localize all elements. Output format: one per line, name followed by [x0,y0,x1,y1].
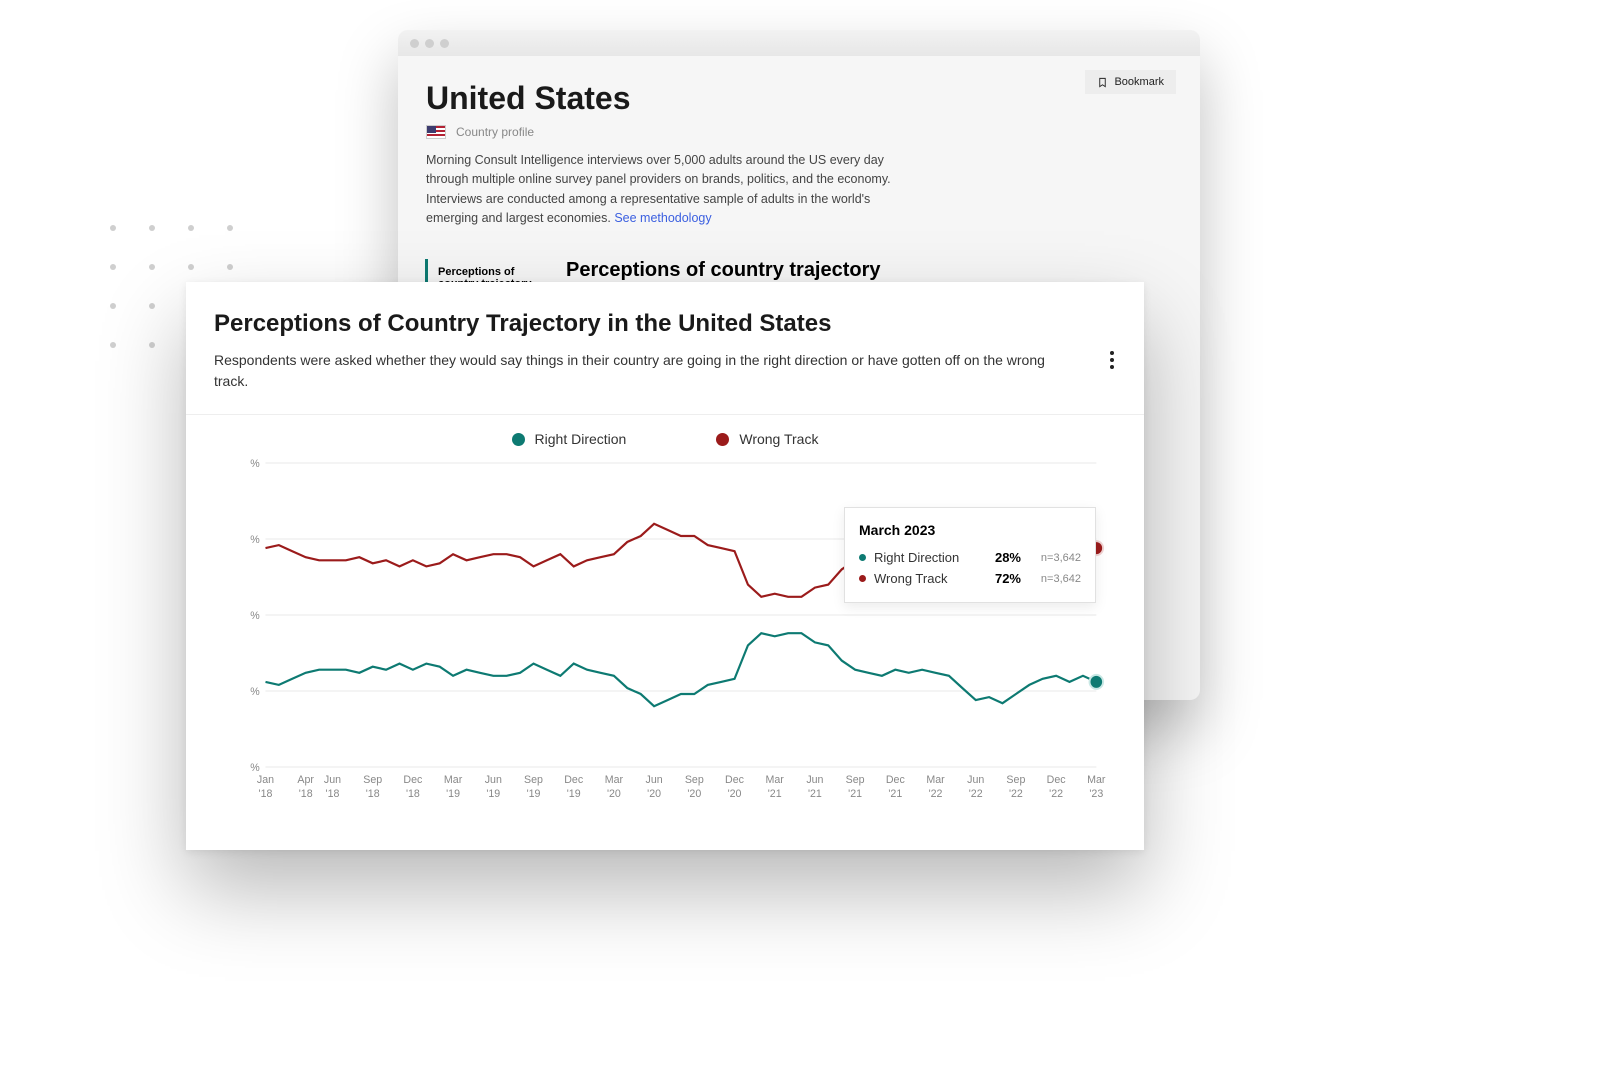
svg-text:'20: '20 [647,788,661,800]
tooltip-n-right: n=3,642 [1029,552,1081,564]
svg-text:Jun: Jun [646,774,663,786]
legend-label-right: Right Direction [535,431,627,447]
svg-text:'21: '21 [768,788,782,800]
chart-area: 0% 25% 50% 75% 100% Jan '18 Apr '18 Jun '18 Sep '18 D… [250,459,1106,809]
svg-text:'19: '19 [446,788,460,800]
svg-text:'20: '20 [607,788,621,800]
svg-text:Sep: Sep [685,774,704,786]
chart-title: Perceptions of Country Trajectory in the… [214,310,1116,338]
svg-text:Dec: Dec [403,774,423,786]
svg-text:Dec: Dec [564,774,584,786]
chart-tooltip: March 2023 Right Direction 28% n=3,642 W… [844,507,1096,603]
chart-legend: Right Direction Wrong Track [214,415,1116,453]
svg-text:'21: '21 [888,788,902,800]
svg-text:'22: '22 [1009,788,1023,800]
country-description: Morning Consult Intelligence interviews … [426,151,896,229]
svg-text:Sep: Sep [846,774,865,786]
profile-label: Country profile [456,125,534,139]
tooltip-dot-wrong [859,575,866,582]
profile-row: Country profile [426,125,1172,139]
svg-text:'19: '19 [527,788,541,800]
legend-swatch-wrong [716,433,729,446]
svg-text:'18: '18 [299,788,313,800]
svg-text:'23: '23 [1089,788,1103,800]
svg-text:Jun: Jun [324,774,341,786]
svg-text:'21: '21 [848,788,862,800]
svg-text:Jan: Jan [257,774,274,786]
tooltip-pct-right: 28% [983,550,1021,565]
svg-text:0%: 0% [250,762,260,774]
window-titlebar [398,30,1200,56]
svg-text:'18: '18 [366,788,380,800]
svg-text:'20: '20 [687,788,701,800]
tooltip-n-wrong: n=3,642 [1029,573,1081,585]
svg-text:'19: '19 [567,788,581,800]
tooltip-pct-wrong: 72% [983,571,1021,586]
svg-text:'20: '20 [728,788,742,800]
traffic-light-dot [425,39,434,48]
chart-subtitle: Respondents were asked whether they woul… [214,350,1054,392]
legend-swatch-right [512,433,525,446]
svg-text:Dec: Dec [1047,774,1067,786]
svg-text:Sep: Sep [363,774,382,786]
bookmark-icon [1097,77,1108,88]
chart-menu-button[interactable] [1104,342,1120,378]
svg-text:25%: 25% [250,686,260,698]
svg-text:Dec: Dec [886,774,906,786]
legend-item-right[interactable]: Right Direction [512,431,627,447]
country-title: United States [426,80,1172,117]
tooltip-label-wrong: Wrong Track [874,571,975,586]
svg-text:'21: '21 [808,788,822,800]
tooltip-period: March 2023 [859,522,1081,538]
legend-item-wrong[interactable]: Wrong Track [716,431,818,447]
tooltip-row-wrong: Wrong Track 72% n=3,642 [859,571,1081,586]
svg-text:Jun: Jun [485,774,502,786]
traffic-light-dot [440,39,449,48]
svg-text:Sep: Sep [1006,774,1025,786]
tooltip-row-right: Right Direction 28% n=3,642 [859,550,1081,565]
tooltip-label-right: Right Direction [874,550,975,565]
traffic-light-dot [410,39,419,48]
svg-text:50%: 50% [250,610,260,622]
svg-text:Mar: Mar [766,774,785,786]
svg-text:'22: '22 [969,788,983,800]
svg-text:Sep: Sep [524,774,543,786]
svg-text:'22: '22 [929,788,943,800]
svg-text:75%: 75% [250,534,260,546]
svg-text:'18: '18 [259,788,273,800]
chart-panel: Perceptions of Country Trajectory in the… [186,282,1144,850]
svg-text:'18: '18 [326,788,340,800]
svg-text:Jun: Jun [967,774,984,786]
svg-text:Jun: Jun [806,774,823,786]
bookmark-button[interactable]: Bookmark [1085,70,1176,94]
us-flag-icon [426,125,446,139]
svg-text:'22: '22 [1049,788,1063,800]
legend-label-wrong: Wrong Track [739,431,818,447]
svg-text:'18: '18 [406,788,420,800]
svg-text:'19: '19 [486,788,500,800]
svg-text:Mar: Mar [444,774,463,786]
svg-text:Apr: Apr [297,774,314,786]
svg-text:Dec: Dec [725,774,745,786]
tooltip-dot-right [859,554,866,561]
bookmark-label: Bookmark [1114,76,1164,88]
svg-text:100%: 100% [250,459,260,470]
methodology-link[interactable]: See methodology [614,211,711,225]
svg-text:Mar: Mar [1087,774,1106,786]
svg-text:Mar: Mar [605,774,624,786]
section-title: Perceptions of country trajectory [566,259,1172,282]
svg-text:Mar: Mar [926,774,945,786]
